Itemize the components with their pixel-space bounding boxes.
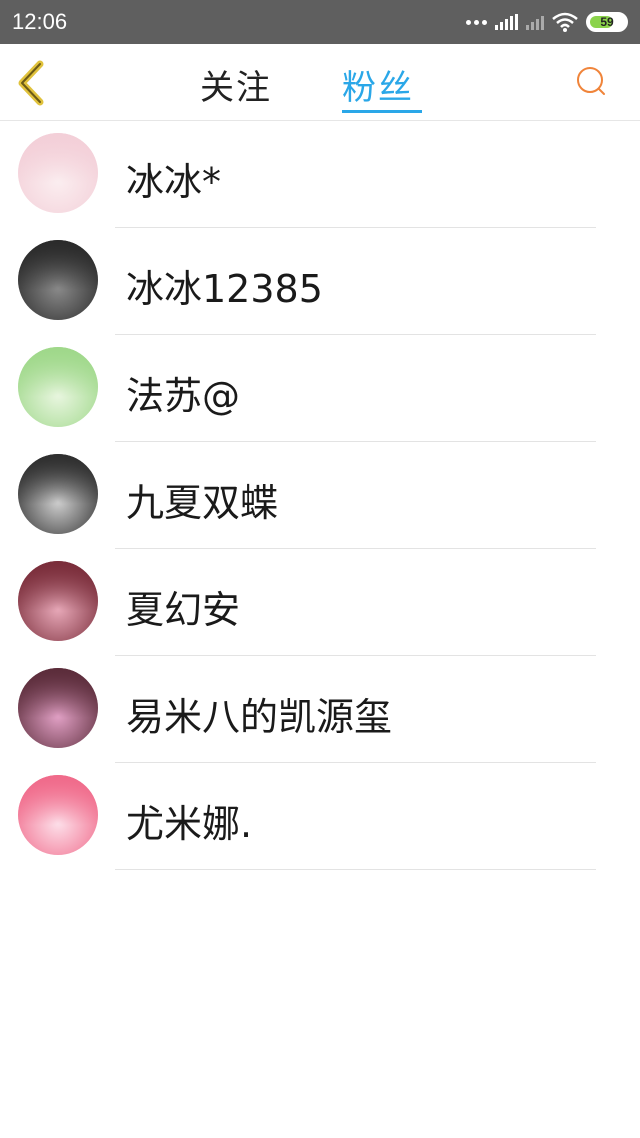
list-item[interactable]: 法苏@ [0, 335, 640, 442]
status-bar: 12:06 59 [0, 0, 640, 44]
username: 夏幻安 [126, 588, 241, 632]
battery-level: 59 [600, 15, 614, 29]
username: 冰冰* [126, 160, 222, 204]
fans-list: 冰冰* 冰冰12385 法苏@ 九夏双蝶夏幻安易米八的凯源玺 尤米娜. [0, 121, 640, 870]
username: 易米八的凯源玺 [126, 695, 393, 739]
top-nav: 关注 粉丝 [0, 44, 640, 121]
notification-dots-icon [466, 19, 487, 25]
list-item[interactable]: 夏幻安 [0, 549, 640, 656]
list-item[interactable]: 尤米娜. [0, 763, 640, 870]
battery-icon: 59 [586, 12, 628, 32]
list-item[interactable]: 易米八的凯源玺 [0, 656, 640, 763]
avatar-image [18, 775, 98, 825]
search-icon[interactable] [574, 64, 608, 98]
avatar[interactable] [18, 561, 98, 641]
avatar[interactable] [18, 775, 98, 855]
avatar[interactable] [18, 668, 98, 748]
divider [115, 869, 596, 870]
list-item[interactable]: 冰冰* [0, 121, 640, 228]
username: 冰冰12385 [126, 267, 323, 311]
tab-fans[interactable]: 粉丝 [342, 60, 414, 109]
status-time: 12:06 [12, 9, 68, 34]
list-item[interactable]: 冰冰12385 [0, 228, 640, 335]
avatar-image [18, 133, 98, 183]
status-icons: 59 [466, 12, 628, 32]
signal-icon [495, 14, 518, 30]
avatar[interactable] [18, 347, 98, 427]
list-item[interactable]: 九夏双蝶 [0, 442, 640, 549]
wifi-icon [552, 12, 578, 32]
username: 法苏@ [126, 374, 241, 418]
avatar-image [18, 454, 98, 504]
avatar-image [18, 240, 98, 290]
avatar-image [18, 668, 98, 718]
avatar[interactable] [18, 240, 98, 320]
avatar[interactable] [18, 133, 98, 213]
tab-following[interactable]: 关注 [200, 60, 272, 109]
username: 尤米娜. [126, 802, 253, 846]
avatar-image [18, 561, 98, 611]
chevron-left-icon[interactable] [14, 60, 50, 106]
avatar[interactable] [18, 454, 98, 534]
signal-secondary-icon [526, 14, 544, 30]
username: 九夏双蝶 [126, 481, 279, 525]
avatar-image [18, 347, 98, 397]
active-tab-indicator [342, 110, 422, 113]
